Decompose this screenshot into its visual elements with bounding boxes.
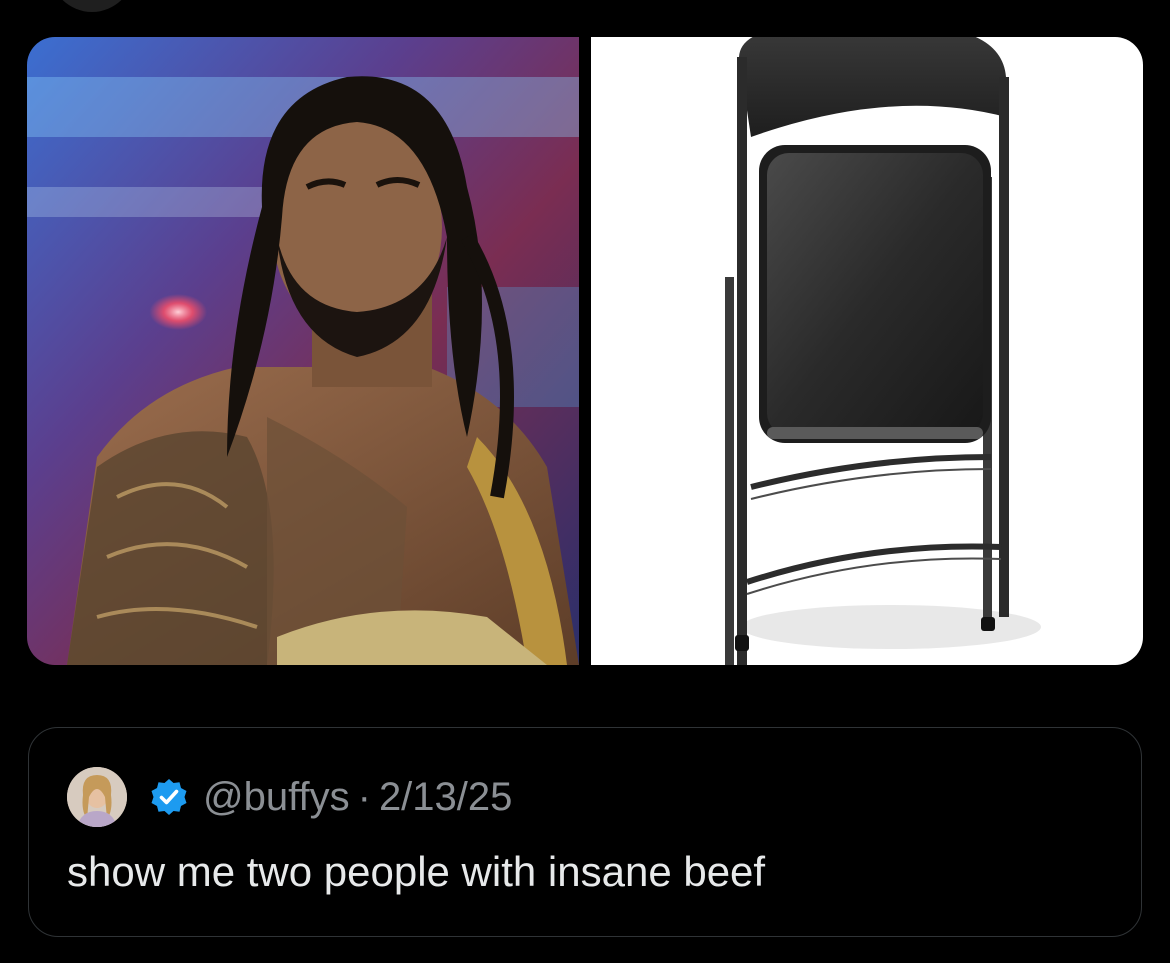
quoted-post-date[interactable]: 2/13/25 xyxy=(379,773,512,821)
verified-badge-icon xyxy=(149,777,189,817)
media-image-right[interactable] xyxy=(591,37,1143,665)
quoted-author-handle[interactable]: @buffys xyxy=(203,773,350,821)
quoted-author-avatar[interactable] xyxy=(67,767,127,827)
wrestler-photo xyxy=(27,37,579,665)
author-avatar[interactable] xyxy=(50,0,134,12)
post-view: @buffys · 2/13/25 show me two people wit… xyxy=(0,0,1170,963)
media-image-left[interactable] xyxy=(27,37,579,665)
folding-chair-photo xyxy=(591,37,1143,665)
quoted-author-avatar-image xyxy=(67,767,127,827)
quoted-post-card[interactable]: @buffys · 2/13/25 show me two people wit… xyxy=(28,727,1142,937)
media-grid xyxy=(27,37,1143,665)
quoted-post-text: show me two people with insane beef xyxy=(67,848,766,895)
header-separator: · xyxy=(357,775,371,819)
quoted-post-header: @buffys · 2/13/25 xyxy=(67,766,512,828)
